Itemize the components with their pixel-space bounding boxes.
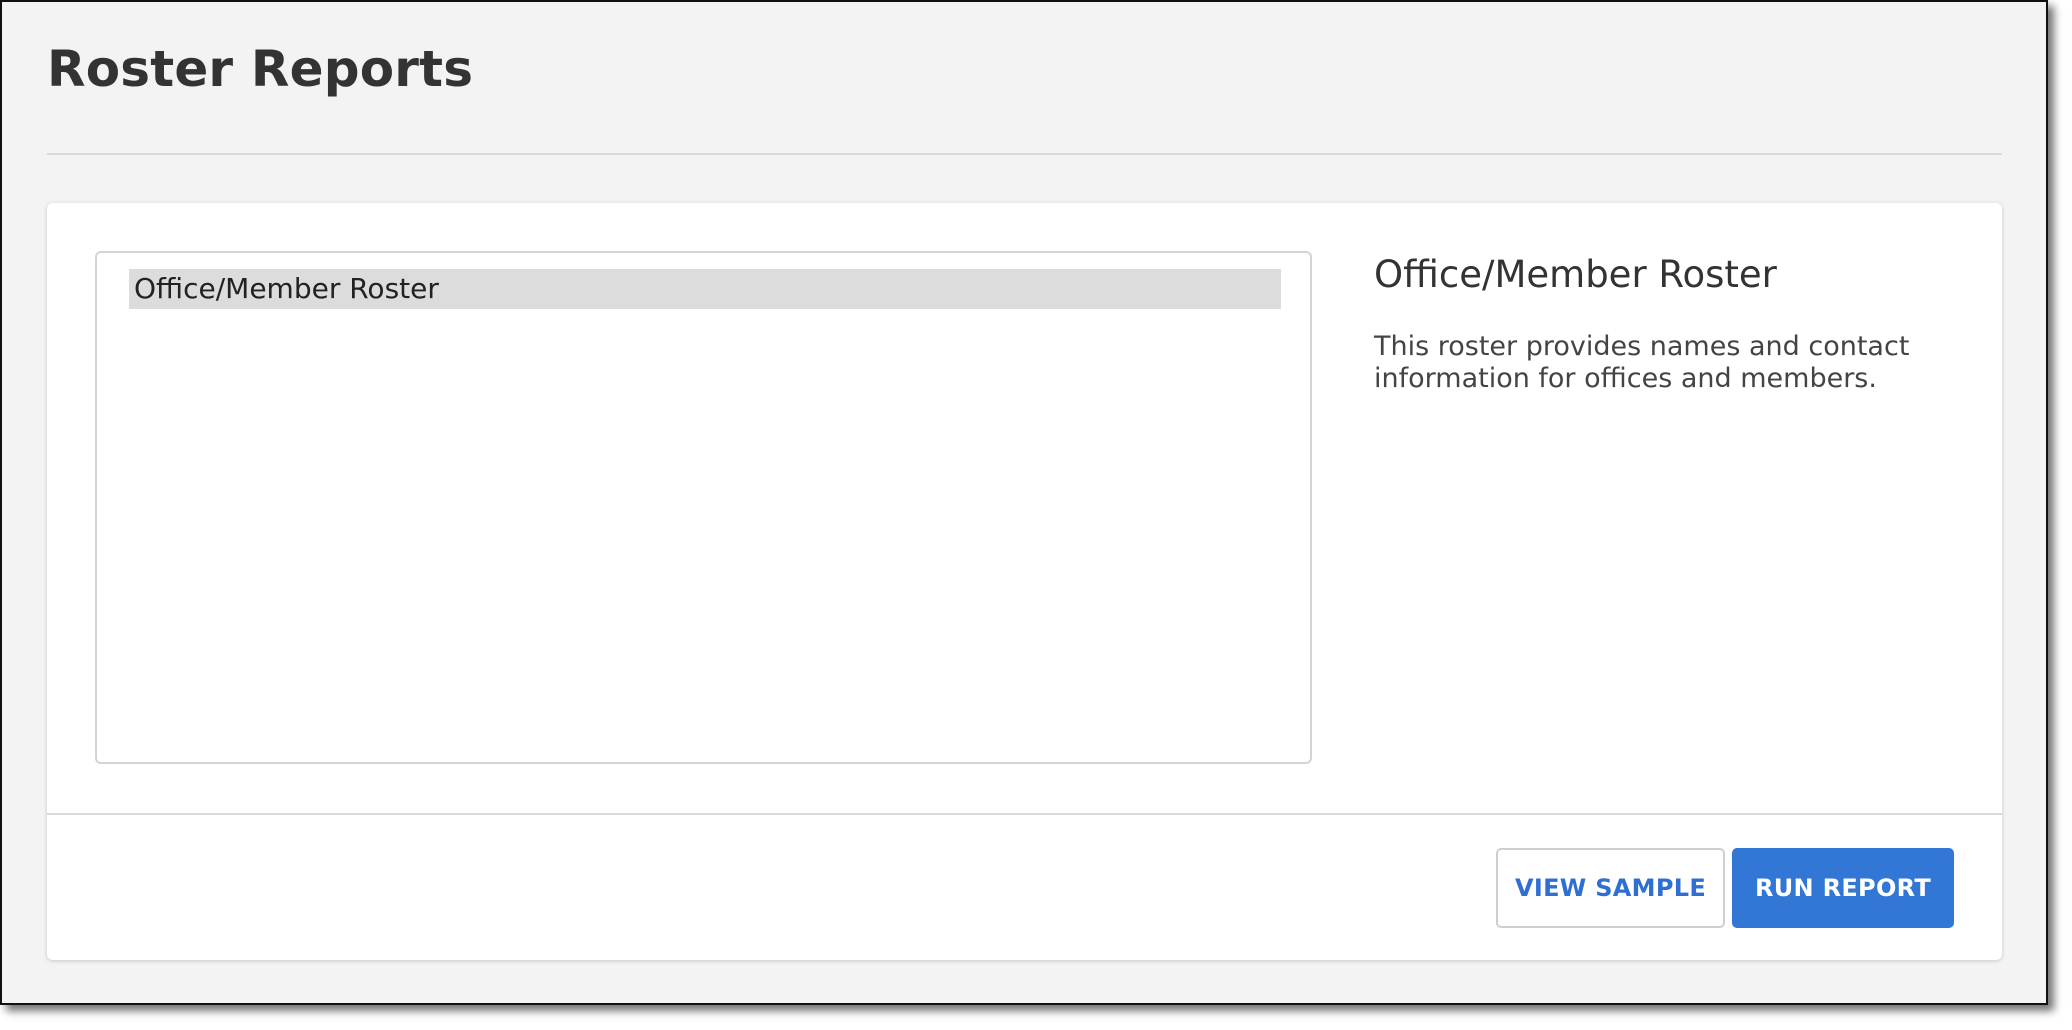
- run-report-button[interactable]: RUN REPORT: [1732, 848, 1954, 928]
- report-detail-description: This roster provides names and contact i…: [1374, 331, 1910, 394]
- view-sample-button[interactable]: VIEW SAMPLE: [1496, 848, 1725, 928]
- report-card: Office/Member Roster Office/Member Roste…: [47, 203, 2002, 960]
- report-list[interactable]: Office/Member Roster: [95, 251, 1312, 764]
- report-item-office-member-roster[interactable]: Office/Member Roster: [129, 269, 1281, 309]
- card-footer-divider: [47, 813, 2002, 815]
- report-detail-title: Office/Member Roster: [1374, 253, 1777, 296]
- app-window: Roster Reports Office/Member Roster Offi…: [0, 0, 2048, 1005]
- page-title: Roster Reports: [47, 40, 474, 98]
- title-divider: [47, 153, 2002, 155]
